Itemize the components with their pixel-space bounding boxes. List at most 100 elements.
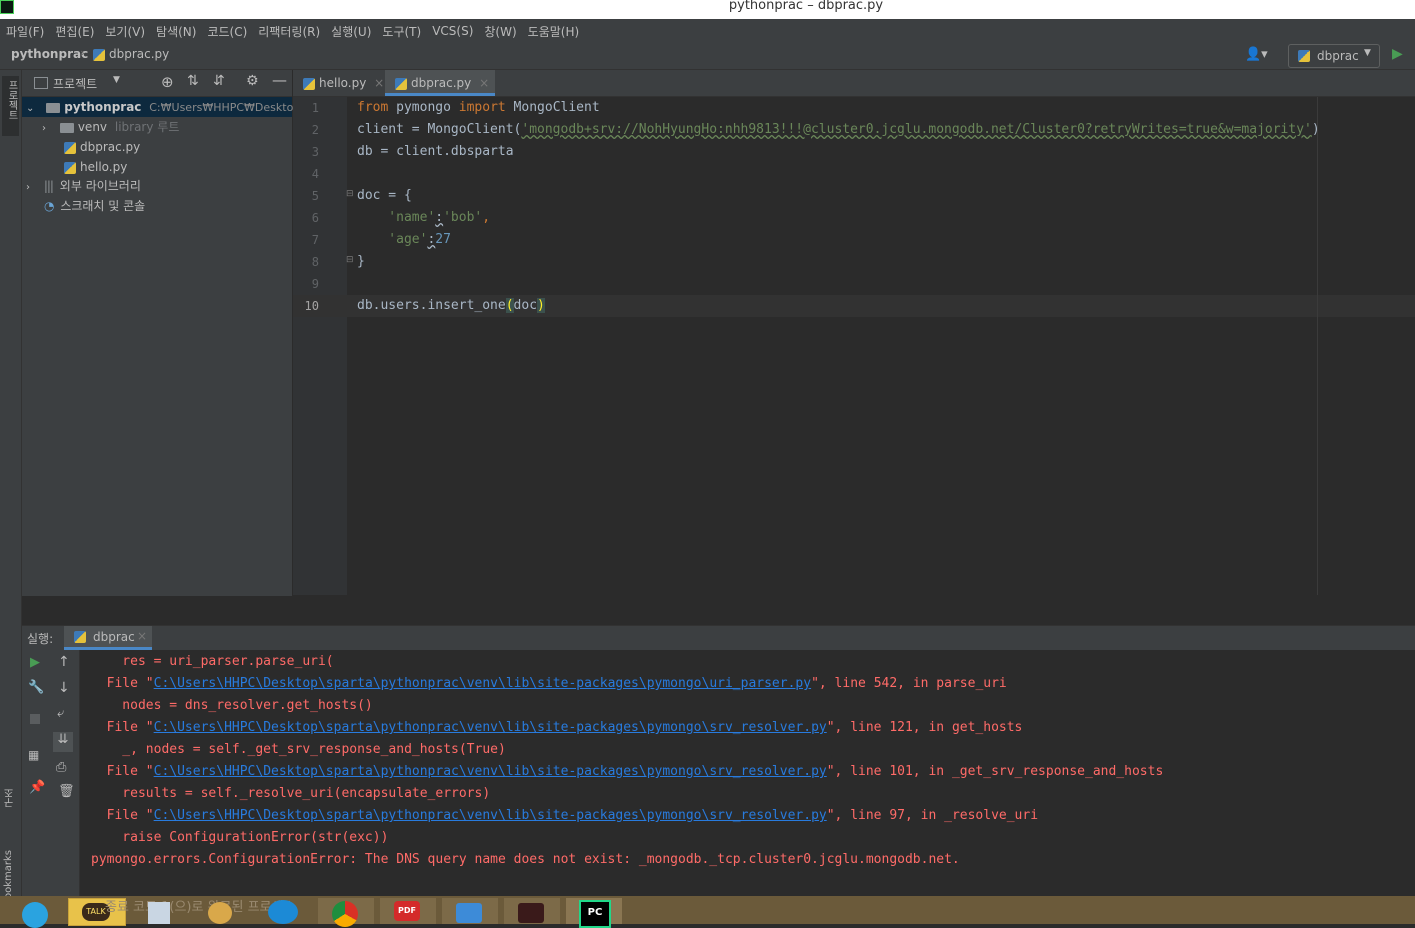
window-title-bar: pythonprac – dbprac.py — [0, 0, 1415, 19]
taskbar: TALK 종료 코드 1(으)로 완료된 프로세스 PDF PC — [0, 896, 1415, 928]
project-panel-title[interactable]: 프로젝트 — [53, 75, 97, 92]
hangul-icon — [456, 903, 482, 923]
menu-navigate[interactable]: 탐색(N) — [156, 23, 196, 40]
menu-code[interactable]: 코드(C) — [207, 23, 247, 40]
project-panel-header: 프로젝트 ▼ ⊕ ⇅ ⇵ ⚙ — — [22, 70, 292, 97]
menu-tools[interactable]: 도구(T) — [382, 23, 421, 40]
tree-item-external-libraries[interactable]: › ||| 외부 라이브러리 — [26, 176, 141, 196]
menu-window[interactable]: 창(W) — [484, 23, 516, 40]
gear-icon[interactable]: ⚙ — [246, 73, 259, 89]
console-line: File "C:\Users\HHPC\Desktop\sparta\pytho… — [91, 673, 1007, 695]
python-file-icon — [64, 141, 76, 154]
calculator-icon[interactable] — [148, 902, 170, 924]
tree-item-file[interactable]: hello.py — [64, 157, 127, 177]
menu-view[interactable]: 보기(V) — [105, 23, 145, 40]
code-line-6: 'name':'bob', — [357, 207, 490, 229]
console-line: File "C:\Users\HHPC\Desktop\sparta\pytho… — [91, 717, 1023, 739]
project-view-icon — [34, 77, 48, 89]
chrome-icon — [332, 901, 358, 927]
code-line-7: 'age':27 — [357, 229, 451, 251]
menu-bar: 파일(F) 편집(E) 보기(V) 탐색(N) 코드(C) 리팩터링(R) 실행… — [0, 19, 1415, 43]
chevron-right-icon: › — [26, 182, 30, 193]
locate-target-icon[interactable]: ⊕ — [161, 73, 174, 91]
chevron-down-icon[interactable]: ▼ — [113, 75, 120, 85]
bracket-highlight: ( — [505, 298, 514, 313]
class-name: MongoClient — [505, 100, 600, 115]
fold-marker-icon[interactable]: ⊟ — [346, 189, 354, 199]
menu-run[interactable]: 실행(U) — [331, 23, 371, 40]
stop-icon[interactable] — [30, 714, 40, 724]
file-link[interactable]: C:\Users\HHPC\Desktop\sparta\pythonprac\… — [154, 676, 811, 691]
arrow-up-icon[interactable]: ↑ — [58, 654, 70, 670]
tab-hello-py[interactable]: hello.py × — [293, 70, 385, 96]
console-text: ", line 101, in _get_srv_response_and_ho… — [826, 764, 1164, 779]
app-icon — [518, 903, 544, 923]
minimize-panel-icon[interactable]: — — [272, 71, 287, 89]
tree-item-project-root[interactable]: ⌄ pythonprac C:₩Users₩HHPC₩Desktop₩s — [22, 97, 317, 117]
console-text: pymongo.errors.ConfigurationError: The D… — [91, 852, 960, 867]
console-line: res = uri_parser.parse_uri( — [91, 651, 333, 673]
run-config-name: dbprac — [1317, 49, 1359, 63]
scratch-icon: ◔ — [44, 199, 55, 213]
taskbar-status-text: 종료 코드 1(으)로 완료된 프로세스 — [105, 900, 296, 915]
print-icon[interactable]: ⎙ — [56, 760, 66, 775]
menu-edit[interactable]: 편집(E) — [55, 23, 94, 40]
taskbar-chrome[interactable] — [318, 898, 374, 927]
wrench-icon[interactable]: 🔧 — [28, 680, 44, 695]
run-panel-header: 실행: dbprac × — [22, 625, 1415, 651]
dict-key: 'age' — [357, 232, 428, 247]
code-text: ) — [1311, 122, 1320, 137]
menu-file[interactable]: 파일(F) — [6, 23, 44, 40]
menu-help[interactable]: 도움말(H) — [528, 23, 580, 40]
breadcrumb-project[interactable]: pythonprac — [11, 47, 88, 61]
run-icon[interactable]: ▶ — [1392, 46, 1403, 62]
trash-icon[interactable]: 🗑 — [58, 784, 75, 799]
close-icon[interactable]: × — [137, 629, 147, 643]
tree-item-venv[interactable]: › venv library 루트 — [42, 117, 179, 137]
run-toolbar-secondary: ↑ ↓ ⤶ ⇊ ⎙ 🗑 — [49, 650, 80, 896]
tab-dbprac-py[interactable]: dbprac.py × — [385, 70, 495, 96]
pin-icon[interactable]: 📌 — [29, 780, 45, 795]
code-line-3: db = client.dbsparta — [357, 144, 514, 159]
code-editor[interactable] — [347, 97, 1415, 595]
taskbar-pycharm[interactable]: PC — [566, 898, 622, 928]
menu-vcs[interactable]: VCS(S) — [432, 24, 473, 38]
pdf-icon: PDF — [394, 901, 420, 921]
fold-marker-icon[interactable]: ⊟ — [346, 255, 354, 265]
file-link[interactable]: C:\Users\HHPC\Desktop\sparta\pythonprac\… — [154, 764, 827, 779]
expand-all-icon[interactable]: ⇅ — [187, 73, 199, 89]
user-account-icon[interactable]: 👤▾ — [1245, 47, 1268, 62]
soft-wrap-icon[interactable]: ⤶ — [57, 706, 64, 721]
tab-label: dbprac.py — [411, 76, 472, 90]
taskbar-app[interactable] — [504, 898, 560, 924]
close-icon[interactable]: × — [374, 76, 384, 90]
telegram-icon[interactable] — [22, 902, 48, 928]
paint-icon[interactable] — [208, 902, 232, 924]
edge-browser-icon[interactable] — [268, 900, 298, 924]
file-link[interactable]: C:\Users\HHPC\Desktop\sparta\pythonprac\… — [154, 808, 827, 823]
tree-item-scratches[interactable]: ◔ 스크래치 및 콘솔 — [44, 196, 145, 216]
file-link[interactable]: C:\Users\HHPC\Desktop\sparta\pythonprac\… — [154, 720, 827, 735]
close-icon[interactable]: × — [479, 76, 489, 90]
taskbar-hangul[interactable] — [442, 898, 498, 924]
run-tab-dbprac[interactable]: dbprac × — [64, 626, 152, 650]
rerun-icon[interactable]: ▶ — [30, 655, 40, 670]
console-text: File " — [91, 676, 154, 691]
run-config-selector[interactable]: dbprac ▼ — [1288, 44, 1380, 68]
console-line: nodes = dns_resolver.get_hosts() — [91, 695, 372, 717]
arrow-down-icon[interactable]: ↓ — [58, 680, 70, 696]
tree-item-file[interactable]: dbprac.py — [64, 137, 140, 157]
module-name: pymongo — [388, 100, 459, 115]
project-tool-label: 프로젝트 — [6, 80, 17, 120]
menu-refactor[interactable]: 리팩터링(R) — [258, 23, 320, 40]
collapse-all-icon[interactable]: ⇵ — [213, 73, 225, 89]
project-tool-tab[interactable]: 프로젝트 — [2, 76, 19, 136]
breadcrumb-file[interactable]: dbprac.py — [109, 47, 169, 61]
layout-icon[interactable]: ▦ — [28, 748, 39, 762]
taskbar-pdf[interactable]: PDF — [380, 898, 436, 924]
structure-tool-label[interactable]: 구조 — [3, 788, 18, 808]
folder-icon — [46, 102, 61, 113]
scroll-to-end-icon[interactable]: ⇊ — [53, 732, 73, 752]
python-file-icon — [303, 77, 315, 90]
line-number: 6 — [311, 211, 319, 225]
